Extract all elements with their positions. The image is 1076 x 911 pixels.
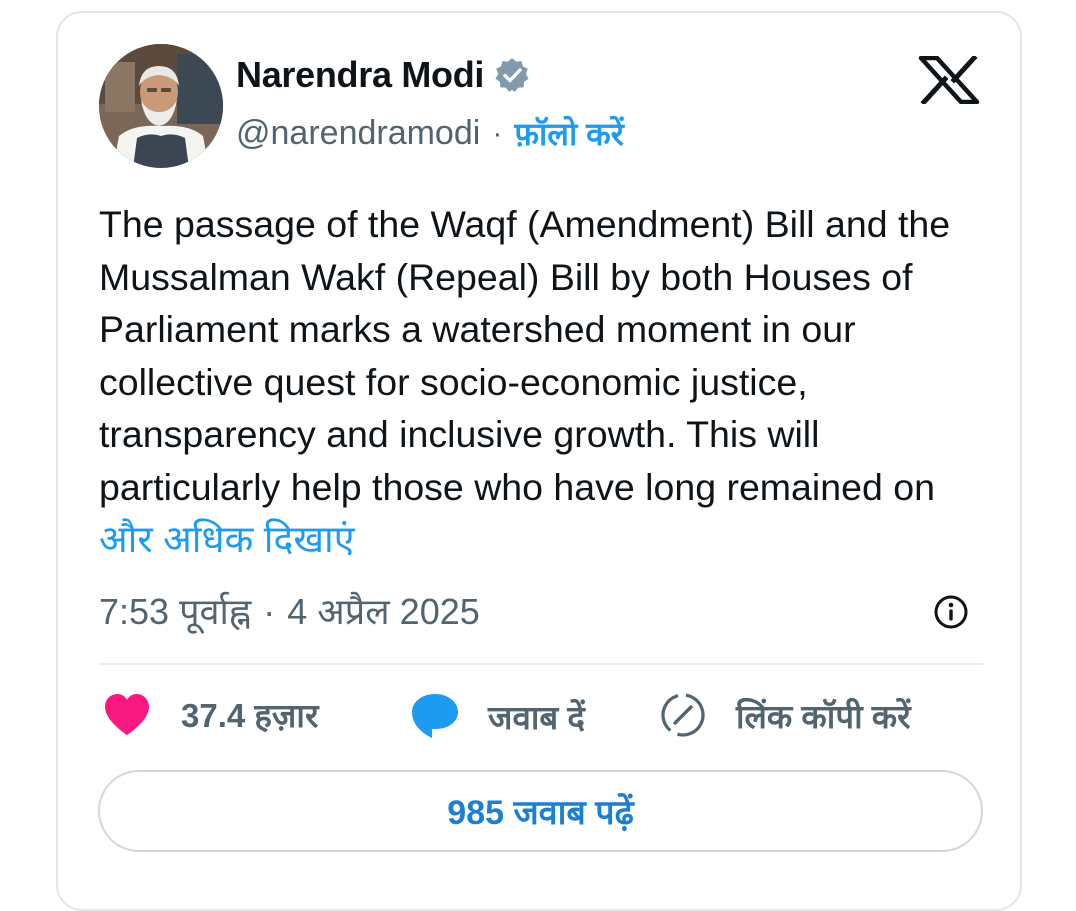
copy-link-label: लिंक कॉपी करें bbox=[736, 697, 911, 735]
info-icon[interactable] bbox=[933, 594, 969, 630]
timestamp-separator: · bbox=[263, 591, 276, 632]
read-replies-label: 985 जवाब पढ़ें bbox=[447, 794, 634, 832]
tweet-body: The passage of the Waqf (Amendment) Bill… bbox=[99, 203, 951, 508]
follow-button[interactable]: फ़ॉलो करें bbox=[514, 112, 624, 155]
author-name-row: Narendra Modi bbox=[236, 54, 532, 96]
tweet-text: The passage of the Waqf (Amendment) Bill… bbox=[99, 198, 979, 566]
handle-separator: · bbox=[492, 116, 503, 150]
reply-button[interactable]: जवाब दें bbox=[410, 692, 585, 740]
avatar-photo bbox=[99, 44, 223, 168]
author-handle-row: @narendramodi · फ़ॉलो करें bbox=[236, 112, 624, 155]
tweet-time: 7:53 पूर्वाह्न bbox=[99, 591, 252, 632]
x-logo-icon[interactable] bbox=[918, 56, 980, 104]
verified-badge-icon bbox=[495, 58, 529, 92]
copy-link-button[interactable]: लिंक कॉपी करें bbox=[660, 692, 911, 738]
show-more-link[interactable]: और अधिक दिखाएं bbox=[99, 518, 355, 560]
like-button[interactable]: 37.4 हज़ार bbox=[103, 692, 318, 737]
read-replies-button[interactable]: 985 जवाब पढ़ें bbox=[98, 770, 983, 852]
heart-icon bbox=[105, 693, 149, 735]
reply-label: जवाब दें bbox=[488, 698, 585, 736]
author-display-name[interactable]: Narendra Modi bbox=[236, 54, 484, 96]
avatar[interactable] bbox=[99, 44, 223, 168]
tweet-date: 4 अप्रैल 2025 bbox=[287, 591, 480, 632]
like-count: 37.4 हज़ार bbox=[181, 697, 319, 734]
tweet-timestamp[interactable]: 7:53 पूर्वाह्न · 4 अप्रैल 2025 bbox=[99, 586, 480, 635]
link-icon bbox=[661, 693, 705, 737]
divider bbox=[99, 663, 983, 665]
author-handle[interactable]: @narendramodi bbox=[236, 114, 480, 153]
reply-bubble-icon bbox=[412, 694, 458, 738]
